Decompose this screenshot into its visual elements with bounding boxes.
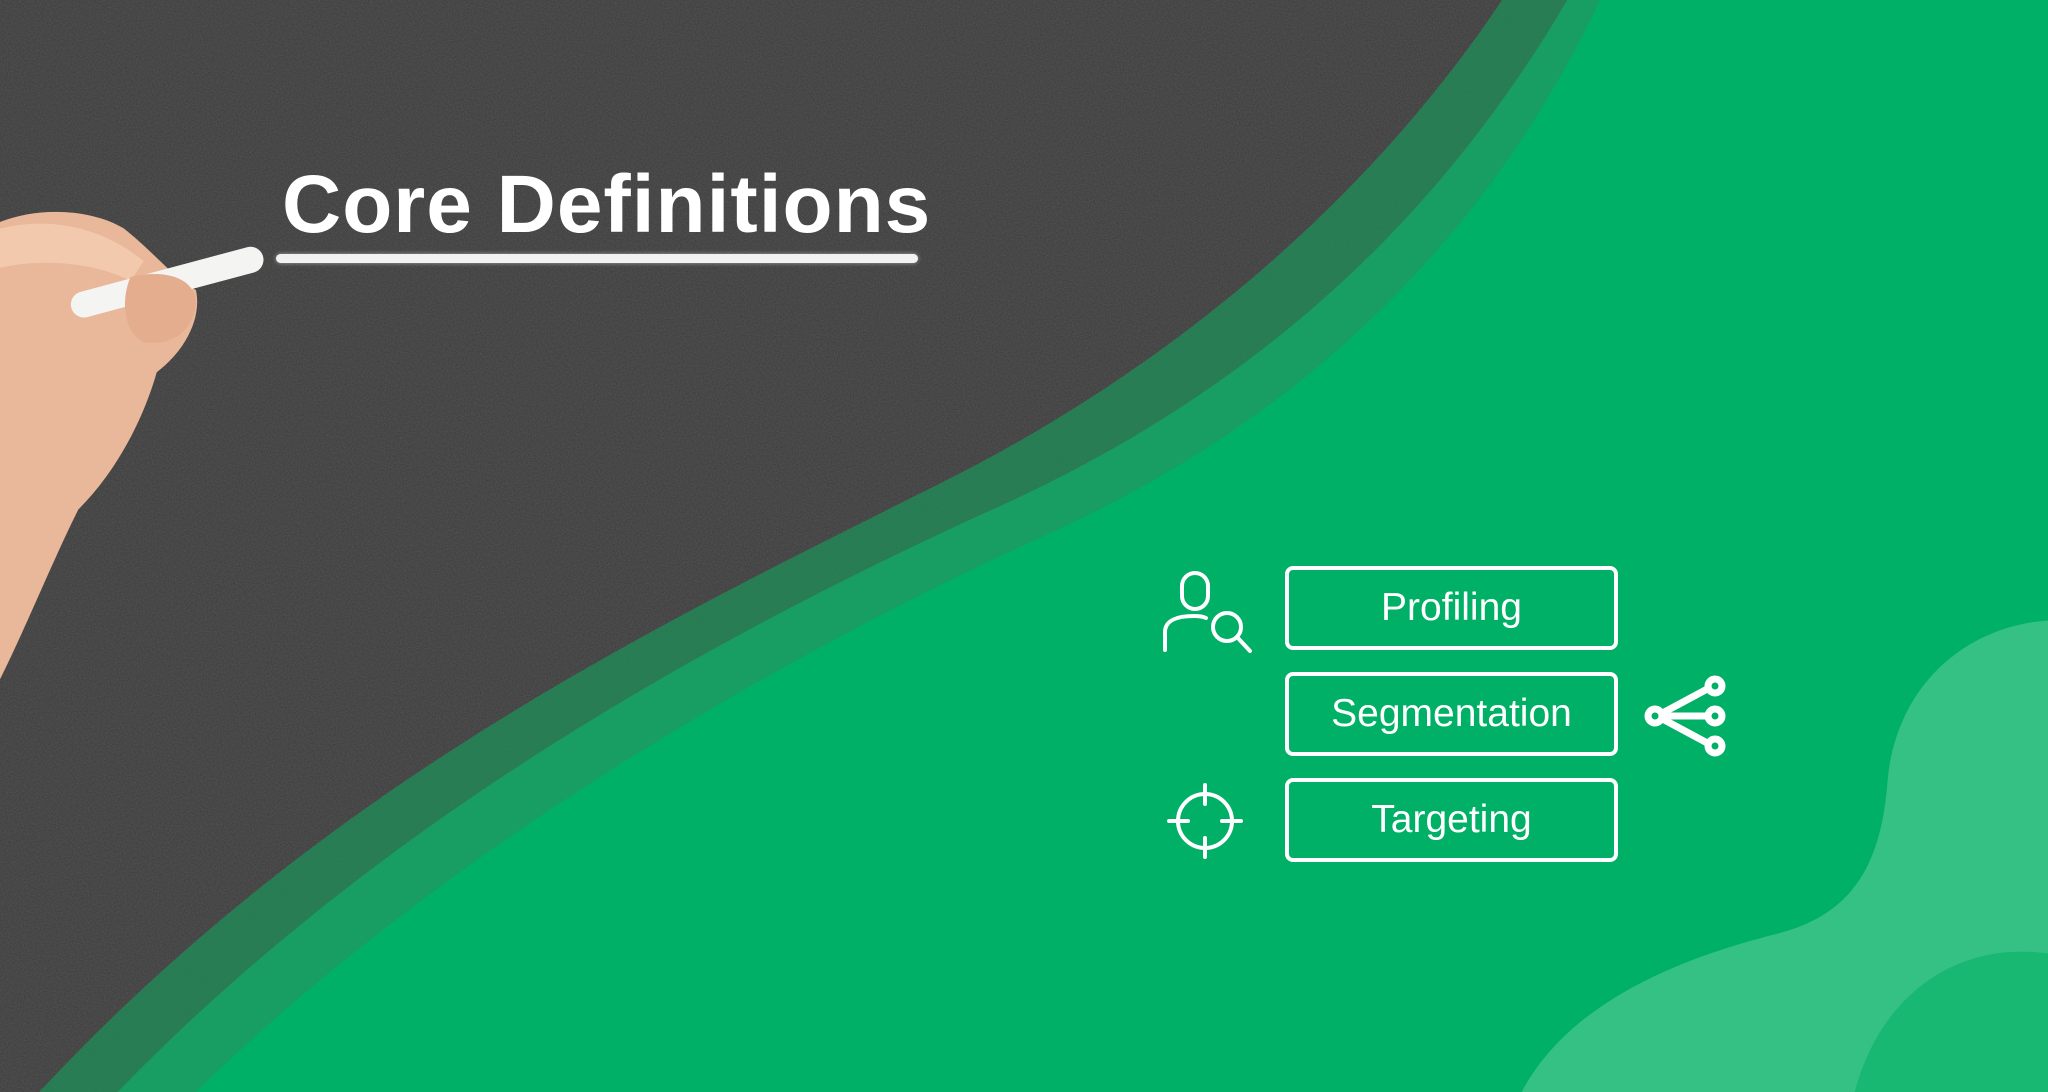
targeting-label: Targeting [1371,798,1532,841]
crosshair-icon [1167,783,1243,859]
profiling-box: Profiling [1285,566,1618,650]
title-underline [276,254,918,263]
targeting-box: Targeting [1285,778,1618,862]
segmentation-label: Segmentation [1331,692,1572,735]
share-nodes-icon [1644,675,1726,757]
segmentation-box: Segmentation [1285,672,1618,756]
profiling-label: Profiling [1381,586,1522,629]
user-search-icon [1163,571,1252,653]
slide-title: Core Definitions [282,159,932,250]
